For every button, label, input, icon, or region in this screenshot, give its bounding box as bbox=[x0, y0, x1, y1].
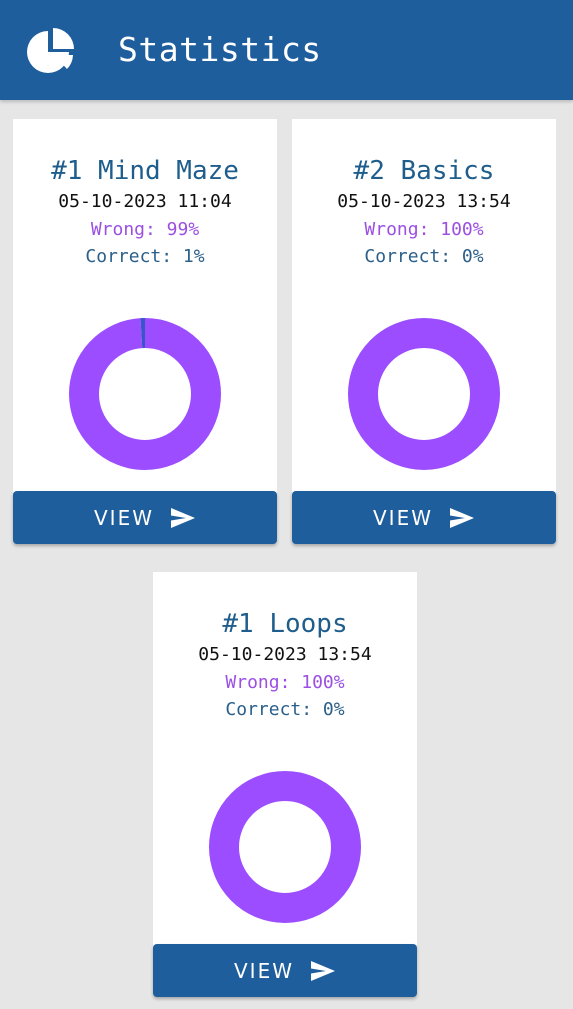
send-icon bbox=[171, 507, 195, 528]
result-donut-chart bbox=[69, 318, 221, 470]
quiz-date: 05-10-2023 11:04 bbox=[58, 191, 232, 212]
quiz-title: #1 Loops bbox=[222, 609, 348, 639]
send-icon bbox=[450, 507, 474, 528]
view-button-mind-maze[interactable]: VIEW bbox=[13, 491, 277, 544]
correct-percent: Correct: 0% bbox=[364, 246, 484, 267]
wrong-slice bbox=[69, 318, 221, 470]
view-button-loops[interactable]: VIEW bbox=[153, 944, 417, 997]
view-button-label: VIEW bbox=[94, 505, 154, 530]
view-button-label: VIEW bbox=[373, 505, 433, 530]
send-icon bbox=[311, 960, 335, 981]
wrong-percent: Wrong: 100% bbox=[364, 219, 484, 240]
wrong-percent: Wrong: 100% bbox=[225, 672, 345, 693]
quiz-title: #1 Mind Maze bbox=[51, 156, 239, 186]
app-bar: Statistics bbox=[0, 0, 573, 100]
wrong-percent: Wrong: 99% bbox=[90, 219, 200, 240]
result-donut-chart bbox=[209, 771, 361, 923]
correct-percent: Correct: 0% bbox=[225, 699, 345, 720]
quiz-card-loops: #1 Loops 05-10-2023 13:54 Wrong: 100% Co… bbox=[153, 572, 417, 967]
view-button-basics[interactable]: VIEW bbox=[292, 491, 556, 544]
quiz-date: 05-10-2023 13:54 bbox=[337, 191, 511, 212]
quiz-date: 05-10-2023 13:54 bbox=[198, 644, 372, 665]
quiz-title: #2 Basics bbox=[353, 156, 495, 186]
quiz-card-mind-maze: #1 Mind Maze 05-10-2023 11:04 Wrong: 99%… bbox=[13, 119, 277, 514]
pie-chart-icon bbox=[27, 28, 74, 73]
wrong-slice bbox=[209, 771, 361, 923]
correct-percent: Correct: 1% bbox=[85, 246, 205, 267]
quiz-card-basics: #2 Basics 05-10-2023 13:54 Wrong: 100% C… bbox=[292, 119, 556, 514]
page-title: Statistics bbox=[118, 30, 322, 69]
result-donut-chart bbox=[348, 318, 500, 470]
wrong-slice bbox=[348, 318, 500, 470]
view-button-label: VIEW bbox=[234, 958, 294, 983]
